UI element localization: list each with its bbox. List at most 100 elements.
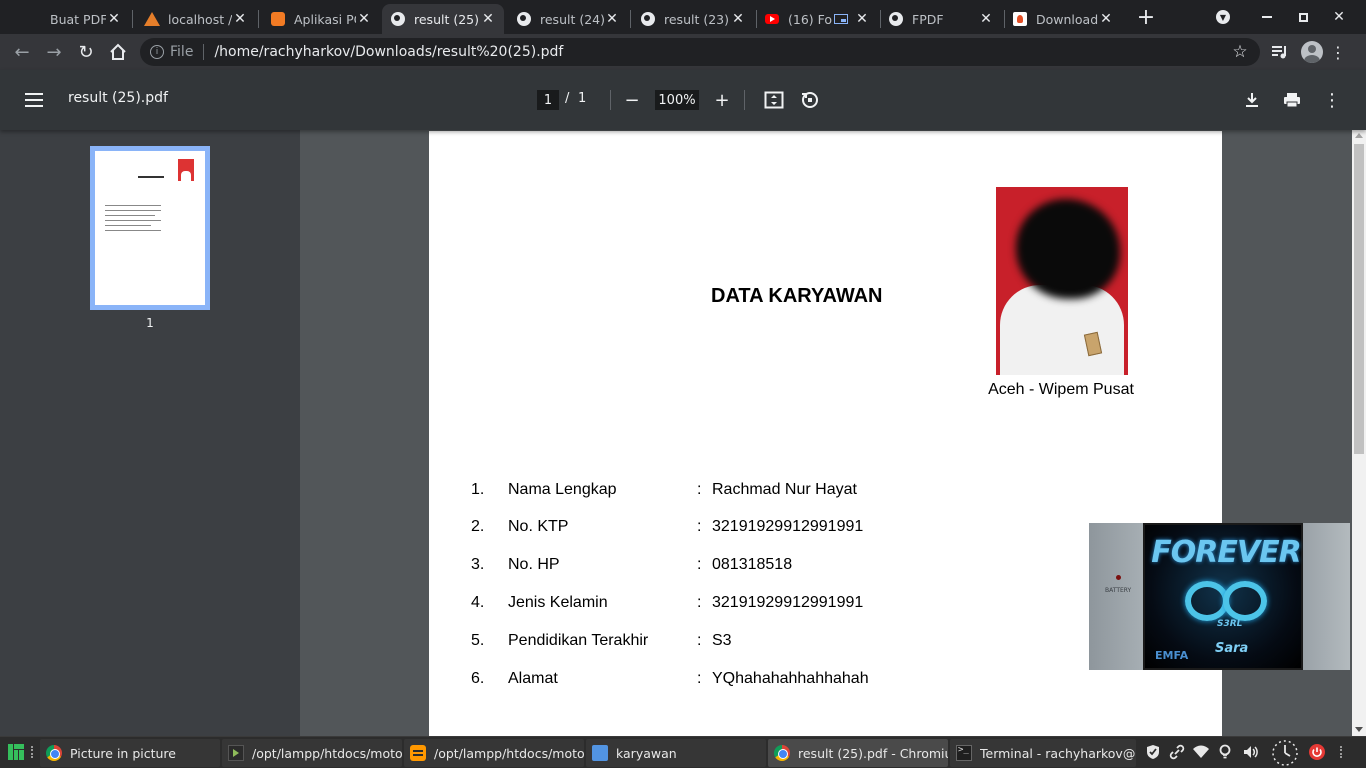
infinity-symbol: [1185, 581, 1269, 621]
zoom-in-button[interactable]: +: [710, 88, 734, 112]
close-icon[interactable]: ✕: [480, 11, 496, 27]
link-icon[interactable]: [1168, 743, 1186, 761]
rotate-button[interactable]: [798, 88, 822, 112]
minimize-button[interactable]: [1256, 6, 1278, 28]
back-button[interactable]: ←: [8, 38, 36, 66]
tab-youtube[interactable]: (16) Fo ✕: [756, 4, 878, 34]
tab-fpdf[interactable]: FPDF ✕: [880, 4, 1002, 34]
globe-icon: [516, 11, 532, 27]
row-label: Nama Lengkap: [508, 481, 617, 498]
close-icon[interactable]: ✕: [356, 11, 372, 27]
manjaro-menu-icon[interactable]: [8, 744, 24, 760]
vscode-icon: [228, 745, 244, 761]
tab-localhost[interactable]: localhost / ✕: [136, 4, 256, 34]
youtube-icon: [764, 11, 780, 27]
tab-aplikasi[interactable]: Aplikasi PC ✕: [262, 4, 380, 34]
row-colon: :: [697, 670, 702, 687]
page-thumbnail[interactable]: [90, 146, 210, 310]
reload-button[interactable]: ↻: [72, 38, 100, 66]
row-label: No. KTP: [508, 518, 569, 535]
profile-avatar[interactable]: [1301, 41, 1323, 63]
download-button[interactable]: [1240, 88, 1264, 112]
close-icon[interactable]: ✕: [604, 11, 620, 27]
tab-result-24[interactable]: result (24) ✕: [508, 4, 628, 34]
thumbnail-paper: [95, 151, 205, 305]
tab-title: result (24): [540, 11, 604, 27]
clock-icon[interactable]: [1270, 738, 1300, 768]
taskbar-item-vscode[interactable]: /opt/lampp/htdocs/motor ...: [222, 739, 402, 767]
minimize-icon: [1262, 16, 1272, 18]
row-label: Pendidikan Terakhir: [508, 632, 649, 649]
zoom-level-input[interactable]: 100%: [655, 90, 699, 110]
home-button[interactable]: [104, 38, 132, 66]
show-desktop-handle[interactable]: [1340, 746, 1346, 758]
picture-in-picture-icon: [834, 14, 848, 24]
taskbar-item-terminal[interactable]: Terminal - rachyharkov@...: [950, 739, 1136, 767]
close-icon[interactable]: ✕: [232, 11, 248, 27]
bookmark-star-button[interactable]: ☆: [1226, 38, 1254, 66]
row-number: 3.: [471, 556, 485, 573]
tab-title: (16) Fo: [788, 11, 833, 27]
close-icon[interactable]: ✕: [1098, 11, 1114, 27]
scroll-down-arrow[interactable]: [1355, 727, 1363, 732]
taskbar-item-pip[interactable]: Picture in picture: [40, 739, 220, 767]
address-bar[interactable]: i File /home/rachyharkov/Downloads/resul…: [140, 38, 1260, 66]
media-controls-button[interactable]: [1266, 38, 1294, 66]
thumbnail-row: [105, 220, 161, 221]
row-number: 2.: [471, 518, 485, 535]
zoom-out-button[interactable]: −: [620, 88, 644, 112]
tab-separator: [630, 10, 631, 28]
scrollbar-thumb[interactable]: [1354, 144, 1364, 454]
video-device-frame: BATTERY: [1089, 523, 1149, 670]
photo-caption: Aceh - Wipem Pusat: [988, 381, 1134, 398]
browser-menu-button[interactable]: ⋮: [1324, 38, 1352, 66]
vertical-scrollbar[interactable]: [1352, 130, 1366, 736]
new-tab-button[interactable]: +: [1135, 5, 1157, 30]
maximize-button[interactable]: [1292, 6, 1314, 28]
url-text[interactable]: /home/rachyharkov/Downloads/result%20(25…: [214, 44, 563, 60]
wifi-icon[interactable]: [1192, 743, 1210, 761]
blank-favicon: [26, 11, 42, 27]
video-headline: FOREVER: [1151, 535, 1301, 570]
close-icon[interactable]: ✕: [106, 11, 122, 27]
toolbar-divider: [744, 90, 745, 110]
row-number: 6.: [471, 670, 485, 687]
download-icon: [1246, 93, 1258, 107]
tab-buat-pdf[interactable]: Buat PDF U ✕: [18, 4, 130, 34]
tab-title: Download: [1036, 11, 1098, 27]
fit-to-page-button[interactable]: [762, 88, 786, 112]
window-list-handle: [31, 746, 37, 758]
more-vert-icon: ⋮: [1330, 42, 1346, 62]
tab-search-button[interactable]: ▼: [1212, 6, 1234, 28]
forward-button[interactable]: →: [40, 38, 68, 66]
tab-result-25[interactable]: result (25) ✕: [382, 4, 504, 34]
row-number: 1.: [471, 481, 485, 498]
close-window-button[interactable]: ✕: [1328, 6, 1350, 28]
close-icon[interactable]: ✕: [854, 11, 870, 27]
tab-download[interactable]: Download ✕: [1004, 4, 1122, 34]
print-button[interactable]: [1280, 88, 1304, 112]
taskbar-item-chromium[interactable]: result (25).pdf - Chromium: [768, 739, 948, 767]
volume-icon[interactable]: [1242, 743, 1260, 761]
pdf-more-button[interactable]: ⋮: [1320, 88, 1344, 112]
close-icon[interactable]: ✕: [978, 11, 994, 27]
picture-in-picture-window[interactable]: BATTERY FOREVER S3RL Sara EMFA: [1089, 523, 1350, 670]
taskbar-item-folder[interactable]: karyawan: [586, 739, 766, 767]
menu-icon[interactable]: [25, 93, 43, 107]
row-value: 081318518: [712, 556, 793, 573]
video-logo: EMFA: [1155, 649, 1189, 662]
taskbar-item-sublime[interactable]: /opt/lampp/htdocs/motor...: [404, 739, 584, 767]
power-icon[interactable]: [1308, 743, 1326, 761]
page-number-input[interactable]: 1: [537, 90, 559, 110]
close-icon[interactable]: ✕: [730, 11, 746, 27]
row-value: YQhahahahhahhahah: [712, 670, 869, 687]
lightbulb-icon[interactable]: [1216, 743, 1234, 761]
globe-icon: [390, 11, 406, 27]
shield-icon[interactable]: [1144, 743, 1162, 761]
scroll-up-arrow[interactable]: [1355, 133, 1363, 138]
tab-result-23[interactable]: result (23) ✕: [632, 4, 754, 34]
video-device-frame-right: [1303, 523, 1350, 670]
info-icon[interactable]: i: [150, 45, 164, 59]
reload-icon: ↻: [78, 41, 94, 63]
row-colon: :: [697, 594, 702, 611]
